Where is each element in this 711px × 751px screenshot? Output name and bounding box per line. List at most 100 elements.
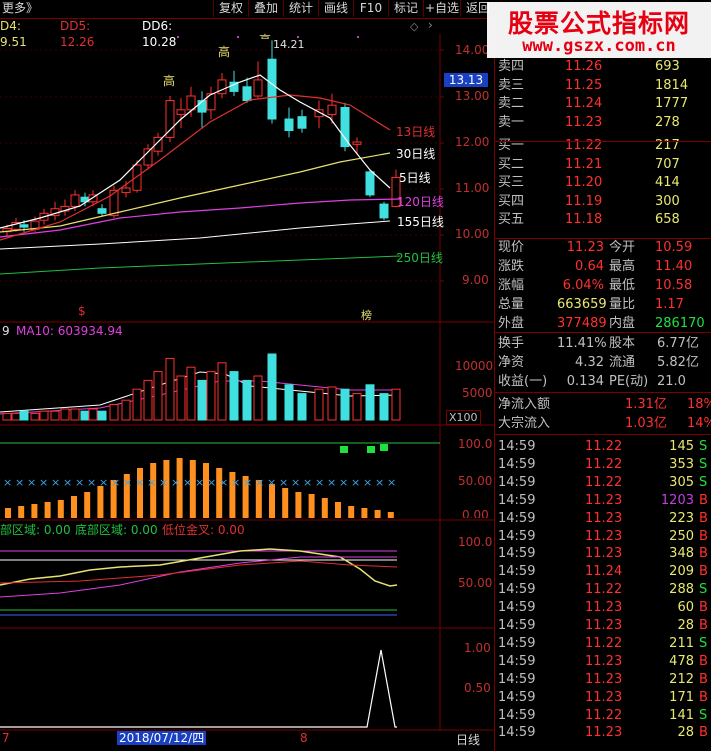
order-book-row[interactable]: 买三 11.20 414 — [495, 174, 711, 192]
trade-price: 11.23 — [585, 528, 623, 544]
diamond-icon[interactable]: ◇ — [410, 20, 418, 33]
order-book-row[interactable]: 卖一 11.23 278 — [495, 114, 711, 132]
trade-tick-row: 14:59 11.23 1203 B — [495, 492, 711, 510]
kdj-green-signal — [367, 446, 375, 453]
date-cursor: 2018/07/12/四 — [117, 731, 207, 745]
volume-bar — [297, 393, 307, 421]
order-volume: 278 — [655, 114, 680, 130]
trade-price: 11.22 — [585, 635, 623, 651]
kdj-bar — [44, 502, 51, 518]
order-book-row[interactable]: 卖三 11.25 1814 — [495, 77, 711, 95]
quote-label: 今开 — [609, 240, 636, 255]
candle-body — [97, 208, 107, 214]
order-level-label: 买三 — [498, 175, 525, 190]
ma250-label: 250日线 — [396, 251, 443, 265]
ma13-label: 13日线 — [396, 125, 436, 139]
order-book-row[interactable]: 买一 11.22 217 — [495, 137, 711, 155]
trade-volume: 478 — [669, 653, 694, 669]
y-label-14: 14.00 — [455, 43, 490, 57]
order-volume: 1777 — [655, 96, 689, 111]
period-button[interactable]: 日线 — [456, 731, 480, 748]
trade-time: 14:59 — [498, 439, 536, 454]
kdj-x-mark: × — [159, 476, 168, 489]
trade-tick-row: 14:59 11.23 28 B — [495, 617, 711, 635]
candle-body — [297, 116, 307, 129]
volume-bar — [284, 384, 294, 421]
f10-button[interactable]: F10 — [353, 0, 388, 17]
kdj-bar — [321, 498, 328, 518]
trade-tick-row: 14:59 11.22 288 S — [495, 581, 711, 599]
trade-price: 11.22 — [585, 582, 623, 598]
trade-price: 11.23 — [585, 546, 623, 562]
candle-body — [327, 104, 337, 115]
kdj-x-mark: × — [339, 476, 348, 489]
volume-bar — [267, 353, 277, 421]
trade-volume: 288 — [669, 582, 694, 598]
kdj-x-mark: × — [303, 476, 312, 489]
trade-tick-row: 14:59 11.24 209 B — [495, 563, 711, 581]
trade-price: 11.23 — [585, 725, 623, 741]
trade-side: S — [699, 635, 708, 651]
trade-side: S — [699, 707, 708, 723]
mark-button[interactable]: 标记 — [388, 0, 423, 17]
peak-price-label: 14.21 — [273, 38, 305, 51]
order-book-row[interactable]: 买五 11.18 658 — [495, 211, 711, 229]
fund-flow-pct: 18% — [687, 397, 711, 412]
candle-body — [352, 141, 362, 145]
trade-side: B — [699, 528, 708, 544]
trade-side: S — [699, 439, 708, 454]
quote-value: 663659 — [557, 297, 607, 312]
kline-chart-area: × × × × × × × × × × × × × × × × × × × × × × × × × × × × × × × × × — [0, 34, 494, 733]
candle-body — [267, 58, 277, 120]
fund-flow-value: 1.03亿 — [625, 416, 667, 431]
draw-line-button[interactable]: 画线 — [318, 0, 353, 17]
fund-flow-label: 净流入额 — [498, 397, 551, 412]
fundamental-value: 21.0 — [657, 374, 686, 389]
kdj-x-mark: × — [51, 476, 60, 489]
candle-body — [242, 86, 252, 102]
add-watchlist-button[interactable]: +自选 — [423, 0, 460, 17]
volume-bar — [88, 408, 98, 421]
quote-row: 现价 11.23 今开 10.59 — [495, 239, 711, 257]
kdj-x-marks: × × × × × × × × × × × × × × × × × × × × × × × × × × × × × × × × × — [3, 476, 396, 489]
quote-row: 涨幅 6.04% 最低 10.58 — [495, 277, 711, 295]
event-mark-bang[interactable]: 榜 — [361, 307, 372, 323]
fuquan-button[interactable]: 复权 — [213, 0, 248, 17]
volume-bar — [30, 412, 40, 421]
date-axis-mid-mark: 8 — [300, 731, 308, 745]
overlay-button[interactable]: 叠加 — [248, 0, 283, 17]
kdj-x-mark: × — [315, 476, 324, 489]
order-book-row[interactable]: 买四 11.19 300 — [495, 193, 711, 211]
trade-time: 14:59 — [498, 564, 536, 580]
date-axis: 7 2018/07/12/四 8 日线 — [0, 731, 494, 751]
order-price: 11.23 — [565, 114, 603, 130]
order-book-row[interactable]: 卖四 11.26 693 — [495, 58, 711, 76]
candle-body — [165, 100, 175, 138]
quote-value: 11.40 — [655, 259, 693, 274]
trade-price: 11.22 — [585, 707, 623, 723]
kdj-x-mark: × — [279, 476, 288, 489]
kdj-x-mark: × — [207, 476, 216, 489]
quote-label: 涨幅 — [498, 278, 525, 293]
trade-volume: 250 — [669, 528, 694, 544]
kdj-x-mark: × — [387, 476, 396, 489]
kdj-bar — [71, 496, 77, 518]
chevron-right-icon[interactable]: › — [428, 18, 433, 32]
bottom-region-label: 底部区域: 0.00 — [75, 523, 158, 537]
trade-volume: 353 — [669, 456, 694, 472]
stats-button[interactable]: 统计 — [283, 0, 318, 17]
event-mark-dollar[interactable]: $ — [78, 304, 86, 318]
kdj-x-mark: × — [327, 476, 336, 489]
volume-bar — [60, 408, 70, 421]
order-book-row[interactable]: 买二 11.21 707 — [495, 156, 711, 174]
quote-value: 286170 — [655, 316, 705, 331]
kdj-x-mark: × — [87, 476, 96, 489]
vol-y-label-10000: 10000 — [455, 359, 494, 373]
candlesticks — [2, 40, 401, 237]
trade-volume: 1203 — [660, 492, 694, 508]
order-book-row[interactable]: 卖二 11.24 1777 — [495, 95, 711, 113]
more-menu[interactable]: 更多》 — [2, 0, 38, 17]
order-volume: 693 — [655, 59, 680, 74]
trade-tick-row: 14:59 11.22 145 S — [495, 438, 711, 456]
y-label-10: 10.00 — [455, 227, 490, 241]
